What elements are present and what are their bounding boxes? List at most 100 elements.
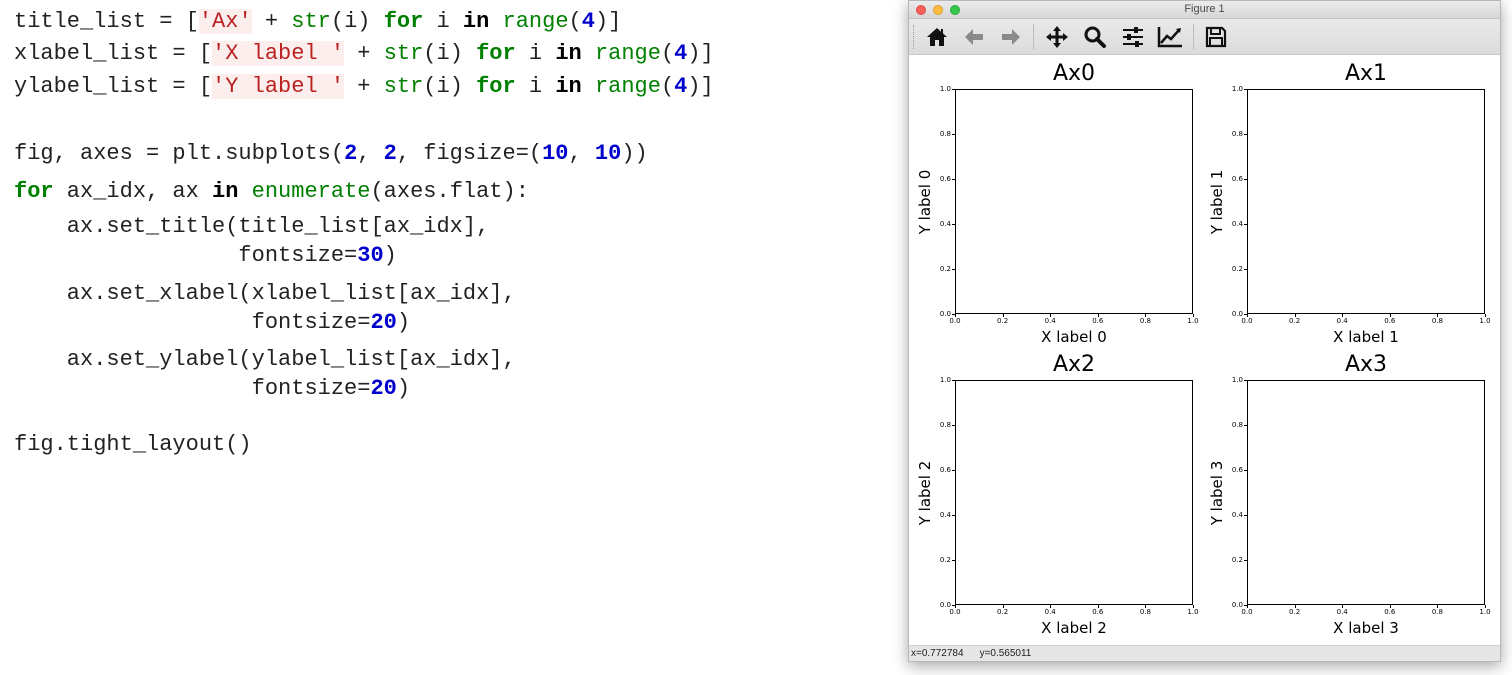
y-axis-label: Y label 3 (1208, 460, 1226, 525)
home-icon-graphic (927, 28, 947, 46)
x-tick-label: 0.6 (1384, 317, 1396, 325)
y-tick-mark (1244, 380, 1247, 381)
code-builtin-token: range (594, 74, 661, 99)
y-tick-label: 1.0 (939, 376, 951, 384)
zoom-icon-graphic (1084, 26, 1106, 48)
figure-canvas[interactable]: Ax0 X label 0 Y label 0 0.0 0.2 0.4 0.6 0.8 1.0 0… (909, 55, 1500, 647)
code-line: fontsize=20) (14, 309, 410, 337)
code-builtin-token: enumerate (251, 179, 371, 204)
toolbar-separator (1193, 24, 1194, 50)
toolbar-grip[interactable] (913, 25, 915, 49)
code-token: + (344, 74, 384, 99)
code-keyword-token: for (14, 179, 54, 204)
y-tick-mark (1244, 179, 1247, 180)
code-token: ax_idx, ax (53, 179, 213, 204)
code-keyword-token: for (383, 9, 424, 34)
y-tick-label: 0.0 (1231, 310, 1243, 318)
y-tick-mark (1244, 425, 1247, 426)
y-tick-label: 0.0 (939, 310, 951, 318)
x-tick-label: 0.4 (1044, 608, 1056, 616)
code-editor[interactable]: title_list = ['Ax' + str(i) for i in ran… (0, 0, 900, 675)
code-token: (i) (423, 74, 477, 99)
y-tick-mark (952, 380, 955, 381)
figure-window: Figure 1 Ax0 X label 0 Y label 0 0.0 0.2 0.4 0… (908, 0, 1501, 662)
code-line: ax.set_xlabel(xlabel_list[ax_idx], (14, 280, 516, 308)
code-builtin-token: range (594, 41, 661, 66)
y-tick-mark (1244, 470, 1247, 471)
code-line: fontsize=20) (14, 375, 410, 403)
home-icon[interactable] (923, 23, 951, 51)
x-tick-label: 0.0 (1241, 608, 1253, 616)
y-tick-mark (952, 89, 955, 90)
code-token: fontsize= (14, 310, 371, 335)
y-tick-mark (952, 179, 955, 180)
x-tick-label: 0.6 (1384, 608, 1396, 616)
code-token: ax.set_ylabel(ylabel_list[ax_idx], (14, 347, 516, 372)
y-tick-mark (952, 269, 955, 270)
window-titlebar[interactable]: Figure 1 (909, 1, 1500, 19)
forward-arrow-icon[interactable] (997, 23, 1025, 51)
y-tick-label: 0.2 (1231, 556, 1243, 564)
code-token: + (251, 9, 292, 34)
code-string-token: 'Ax' (198, 9, 252, 34)
code-number-token: 10 (542, 141, 569, 166)
code-line: for ax_idx, ax in enumerate(axes.flat): (14, 178, 529, 206)
y-tick-label: 0.4 (1231, 511, 1243, 519)
y-tick-mark (1244, 269, 1247, 270)
y-tick-label: 0.0 (1231, 601, 1243, 609)
code-token: fig, axes = plt.subplots( (14, 141, 345, 166)
code-line: xlabel_list = ['X label ' + str(i) for i… (14, 40, 714, 68)
y-tick-label: 0.4 (939, 220, 951, 228)
edit-axes-icon[interactable] (1156, 23, 1184, 51)
y-tick-mark (952, 314, 955, 315)
y-tick-label: 1.0 (1231, 376, 1243, 384)
y-tick-mark (1244, 560, 1247, 561)
x-tick-label: 0.2 (997, 317, 1009, 325)
y-tick-label: 0.6 (939, 466, 951, 474)
y-tick-label: 0.6 (1231, 175, 1243, 183)
axes-frame[interactable] (1247, 89, 1485, 314)
y-tick-label: 0.2 (1231, 265, 1243, 273)
code-token: (axes.flat): (370, 179, 529, 204)
code-token: (i) (330, 9, 384, 34)
x-tick-label: 1.0 (1187, 608, 1199, 616)
zoom-icon[interactable] (1081, 23, 1109, 51)
x-tick-label: 0.8 (1139, 317, 1151, 325)
code-token: fig.tight_layout() (14, 432, 252, 457)
x-tick-label: 0.8 (1431, 317, 1443, 325)
axes-title: Ax3 (1344, 352, 1388, 377)
y-tick-mark (952, 470, 955, 471)
code-builtin-token: str (383, 74, 424, 99)
save-icon[interactable] (1202, 23, 1230, 51)
y-tick-mark (1244, 515, 1247, 516)
code-number-token: 30 (357, 243, 384, 268)
code-token: title_list = [ (14, 9, 199, 34)
axes-frame[interactable] (1247, 380, 1485, 605)
y-axis-label: Y label 1 (1208, 169, 1226, 234)
x-tick-label: 0.0 (949, 608, 961, 616)
code-token: xlabel_list = [ (14, 41, 213, 66)
y-tick-label: 0.0 (939, 601, 951, 609)
back-arrow-icon[interactable] (960, 23, 988, 51)
y-tick-label: 0.8 (1231, 130, 1243, 138)
code-number-token: 2 (383, 141, 397, 166)
code-line: ax.set_ylabel(ylabel_list[ax_idx], (14, 346, 516, 374)
pan-icon-graphic (1046, 26, 1068, 48)
code-line: ylabel_list = ['Y label ' + str(i) for i… (14, 73, 714, 101)
x-tick-label: 0.8 (1431, 608, 1443, 616)
axes-frame[interactable] (955, 380, 1193, 605)
code-token: , (568, 141, 595, 166)
x-tick-label: 0.6 (1092, 608, 1104, 616)
code-line: fig.tight_layout() (14, 431, 252, 459)
pan-icon[interactable] (1043, 23, 1071, 51)
code-number-token: 10 (594, 141, 622, 166)
code-number-token: 4 (581, 9, 595, 34)
configure-subplots-icon[interactable] (1119, 23, 1147, 51)
code-number-token: 20 (370, 310, 397, 335)
code-number-token: 20 (370, 376, 397, 401)
axes-frame[interactable] (955, 89, 1193, 314)
